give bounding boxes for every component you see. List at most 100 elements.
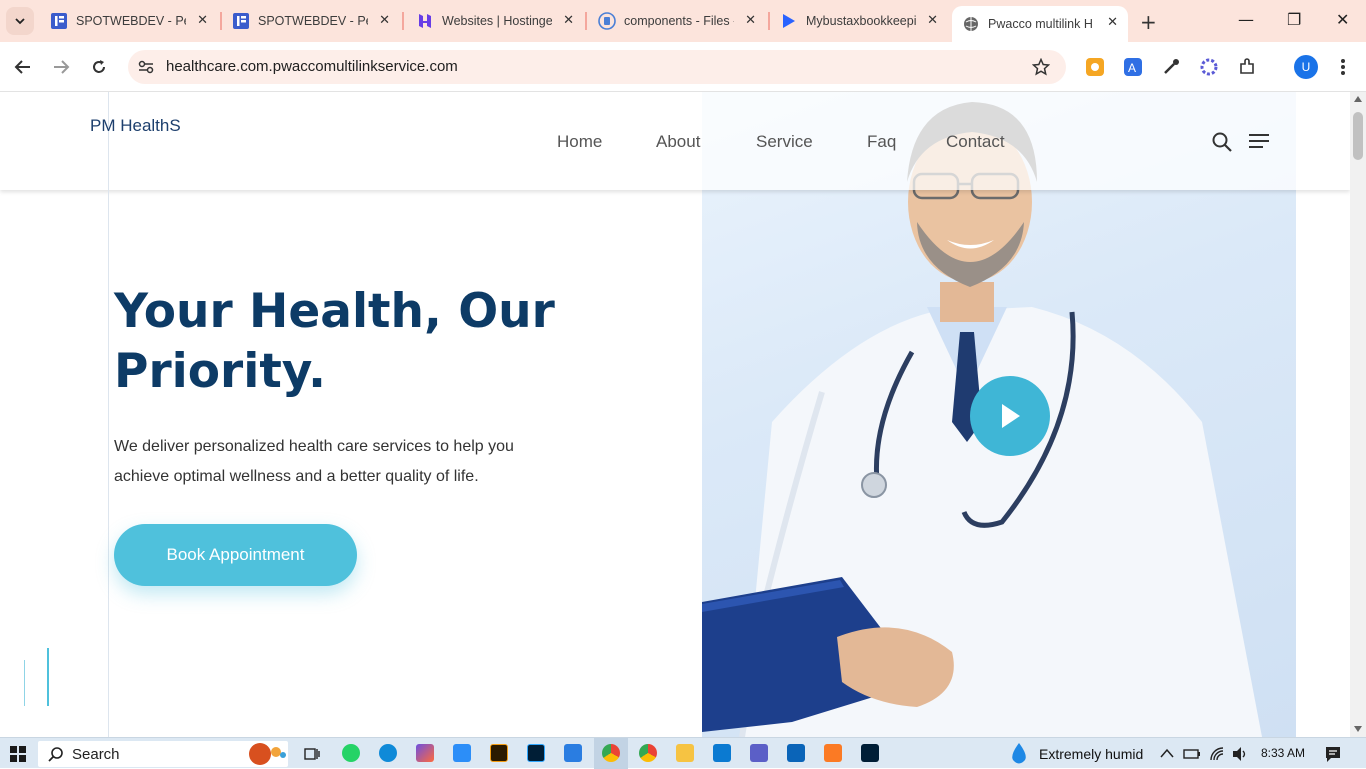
tab-title: SPOTWEBDEV - Perso <box>76 14 186 28</box>
tab-2[interactable]: SPOTWEBDEV - Perso ✕ <box>222 4 400 38</box>
tab-5[interactable]: Mybustaxbookkeepi ✕ <box>770 4 948 38</box>
chevron-up-icon[interactable] <box>1160 748 1174 758</box>
bookmark-star-icon[interactable] <box>1032 58 1050 76</box>
new-tab-button[interactable]: + <box>1140 10 1157 34</box>
search-icon[interactable] <box>1211 131 1233 153</box>
extension-translate-icon[interactable]: A <box>1122 56 1144 78</box>
extension-puzzle-color-icon[interactable] <box>1198 56 1220 78</box>
nav-home[interactable]: Home <box>557 132 602 152</box>
hamburger-menu-icon[interactable] <box>1248 132 1270 150</box>
tab-title: SPOTWEBDEV - Perso <box>258 14 368 28</box>
elementor-icon <box>50 12 68 30</box>
volume-icon[interactable] <box>1231 746 1249 762</box>
vscode-icon[interactable] <box>713 744 731 762</box>
nav-service[interactable]: Service <box>756 132 813 152</box>
chevron-down-icon <box>15 18 25 25</box>
book-appointment-button[interactable]: Book Appointment <box>114 524 357 586</box>
hero-headline-line2: Priority. <box>114 344 326 399</box>
file-explorer-icon[interactable] <box>676 744 694 762</box>
taskbar-search[interactable]: Search <box>38 741 288 767</box>
search-highlight-icon <box>249 743 286 765</box>
eyedropper-icon[interactable] <box>1160 56 1182 78</box>
nav-faq[interactable]: Faq <box>867 132 896 152</box>
site-logo[interactable]: PM HealthS <box>90 116 181 136</box>
tab-strip: SPOTWEBDEV - Perso ✕ SPOTWEBDEV - Perso … <box>0 0 1366 42</box>
chrome-profile-icon[interactable] <box>639 744 657 762</box>
extensions-icon[interactable] <box>1236 56 1258 78</box>
close-icon[interactable]: ✕ <box>1107 15 1118 30</box>
site-info-icon[interactable] <box>138 59 154 75</box>
tab-search-button[interactable] <box>6 7 34 35</box>
copilot-icon[interactable] <box>416 744 434 762</box>
decorative-line <box>47 648 49 706</box>
chrome-icon[interactable] <box>602 744 620 762</box>
tab-title: components - Files - <box>624 14 734 28</box>
outlook-icon[interactable] <box>787 744 805 762</box>
reload-icon <box>93 60 105 73</box>
notification-center-icon[interactable] <box>1324 745 1342 763</box>
taskbar-search-label: Search <box>72 745 120 763</box>
url-text[interactable]: healthcare.com.pwaccomultilinkservice.co… <box>166 58 458 75</box>
close-icon[interactable]: ✕ <box>379 13 390 28</box>
wifi-icon[interactable] <box>1209 746 1225 762</box>
tab-title: Websites | Hostinger <box>442 14 552 28</box>
hero-subtext: We deliver personalized health care serv… <box>114 438 514 485</box>
decorative-vertical-line <box>108 92 109 737</box>
tab-title: Mybustaxbookkeepi <box>806 14 916 28</box>
address-bar[interactable]: healthcare.com.pwaccomultilinkservice.co… <box>128 50 1066 84</box>
tab-4[interactable]: components - Files - ✕ <box>588 4 766 38</box>
minimize-button[interactable]: — <box>1238 10 1254 29</box>
page-viewport: PM HealthS Home About Service Faq Contac… <box>0 92 1350 737</box>
forward-button[interactable] <box>49 55 73 79</box>
close-icon[interactable]: ✕ <box>927 13 938 28</box>
photoshop-icon[interactable] <box>527 744 545 762</box>
arrow-left-icon <box>14 60 30 74</box>
scroll-down-icon[interactable] <box>1354 726 1362 732</box>
xampp-icon[interactable] <box>824 744 842 762</box>
tab-title: Pwacco multilink He <box>988 17 1092 31</box>
tab-3[interactable]: Websites | Hostinger ✕ <box>406 4 584 38</box>
tab-6-active[interactable]: Pwacco multilink He ✕ <box>952 6 1128 42</box>
reload-button[interactable] <box>87 55 111 79</box>
nav-about[interactable]: About <box>656 132 700 152</box>
search-icon <box>48 747 63 762</box>
page-scrollbar[interactable] <box>1350 92 1366 737</box>
back-button[interactable] <box>11 55 35 79</box>
close-icon[interactable]: ✕ <box>563 13 574 28</box>
tab-1[interactable]: SPOTWEBDEV - Perso ✕ <box>40 4 218 38</box>
close-window-button[interactable]: ✕ <box>1336 10 1349 29</box>
photoshop-2-icon[interactable] <box>861 744 879 762</box>
decorative-line <box>24 660 25 706</box>
hero-headline: Your Health, Our Priority. <box>114 282 674 402</box>
task-view-icon[interactable] <box>304 746 320 762</box>
close-icon[interactable]: ✕ <box>197 13 208 28</box>
edge-icon[interactable] <box>379 744 397 762</box>
hero-headline-line1: Your Health, Our <box>114 284 555 339</box>
kinsta-icon <box>780 12 798 30</box>
play-video-button[interactable] <box>970 376 1050 456</box>
profile-avatar[interactable]: U <box>1294 55 1318 79</box>
illustrator-icon[interactable] <box>490 744 508 762</box>
tab-separator <box>585 12 587 30</box>
restore-button[interactable]: ❐ <box>1287 10 1301 29</box>
weather-humidity-icon[interactable] <box>1008 741 1030 766</box>
hostinger-icon <box>416 12 434 30</box>
extension-orange-icon[interactable] <box>1084 56 1106 78</box>
whatsapp-icon[interactable] <box>342 744 360 762</box>
store-icon[interactable] <box>564 744 582 762</box>
close-icon[interactable]: ✕ <box>745 13 756 28</box>
scrollbar-thumb[interactable] <box>1353 112 1363 160</box>
clock-time[interactable]: 8:33 AM <box>1261 746 1305 760</box>
battery-icon[interactable] <box>1183 747 1201 761</box>
browser-toolbar: healthcare.com.pwaccomultilinkservice.co… <box>0 42 1366 92</box>
teams-icon[interactable] <box>750 744 768 762</box>
nav-contact[interactable]: Contact <box>946 132 1005 152</box>
scroll-up-icon[interactable] <box>1354 96 1362 102</box>
menu-kebab-icon[interactable] <box>1332 56 1354 78</box>
windows-start-icon[interactable] <box>10 746 26 762</box>
skype-icon[interactable] <box>453 744 471 762</box>
tab-separator <box>402 12 404 30</box>
globe-icon <box>962 15 980 33</box>
weather-text[interactable]: Extremely humid <box>1039 746 1143 762</box>
elementor-icon <box>232 12 250 30</box>
